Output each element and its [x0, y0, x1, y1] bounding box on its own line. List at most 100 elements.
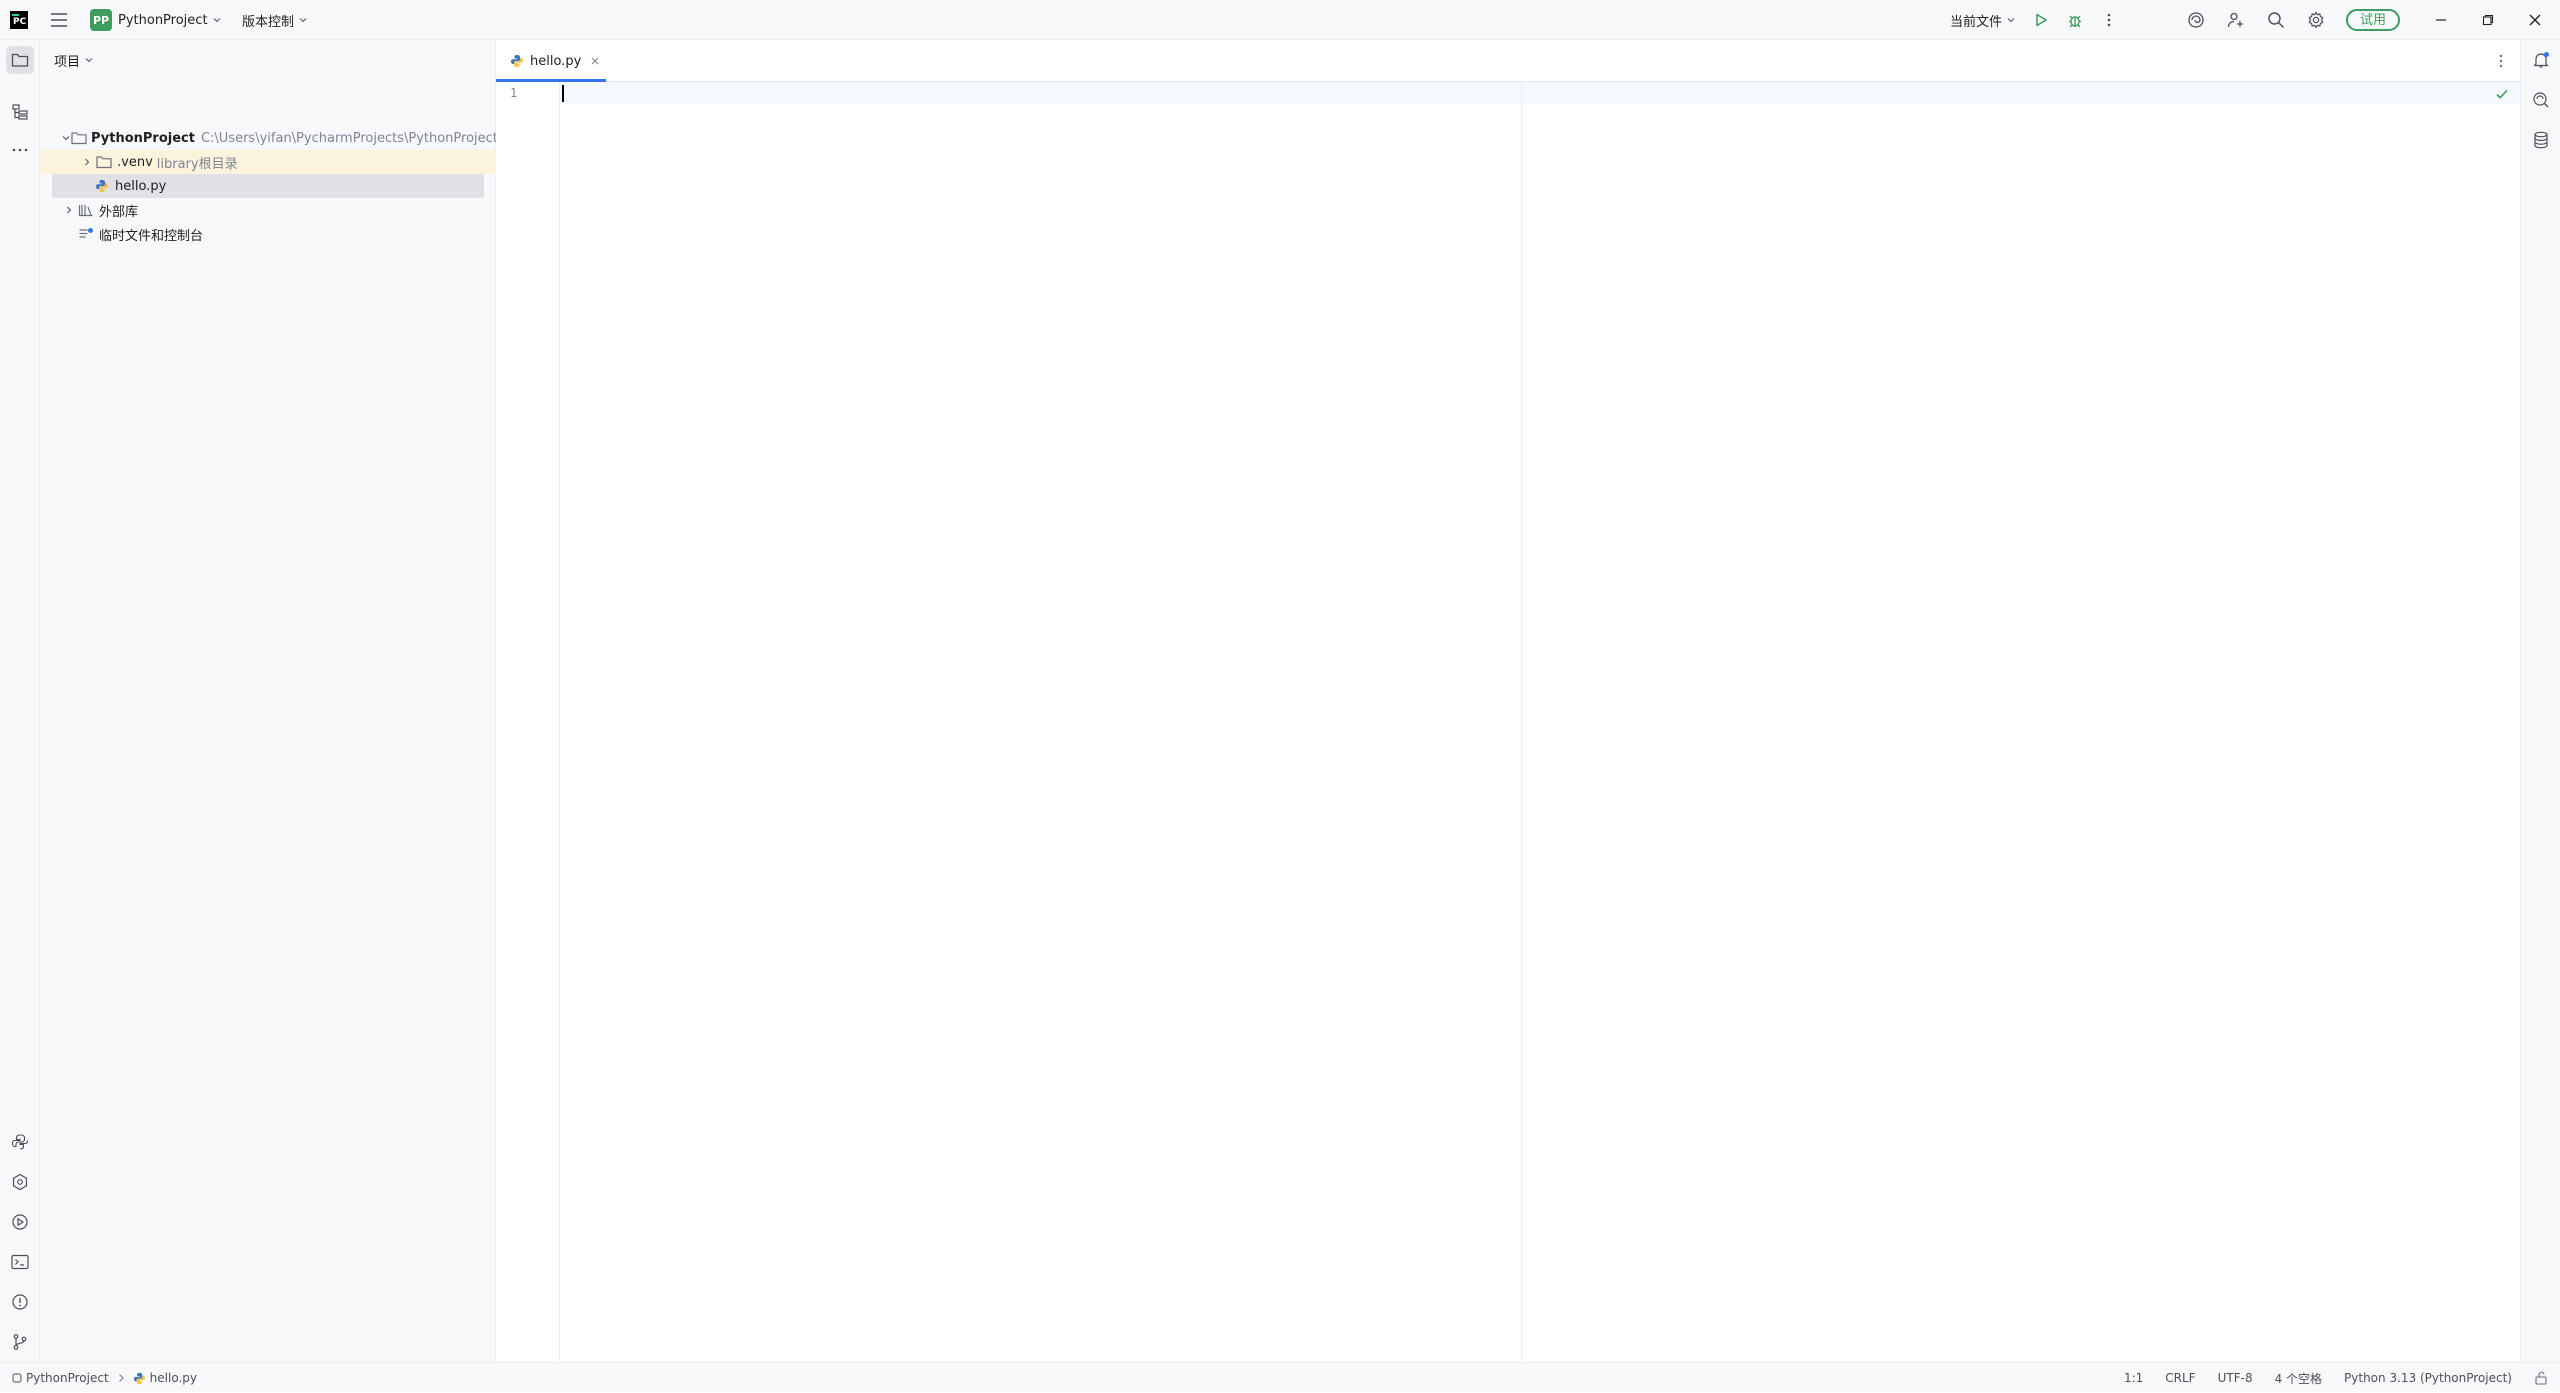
more-vertical-icon — [2499, 54, 2503, 68]
status-bar: PythonProject hello.py 1:1 CRLF UTF-8 4 … — [0, 1362, 2560, 1392]
folder-icon — [11, 53, 29, 67]
tree-item-label: PythonProject — [91, 130, 195, 146]
notifications-tool-button[interactable] — [2527, 46, 2555, 74]
trial-button[interactable]: 试用 — [2346, 0, 2401, 40]
ai-chat-tool-button[interactable] — [2527, 86, 2555, 114]
panel-title: 项目 — [54, 54, 81, 70]
vcs-label: 版本控制 — [242, 14, 295, 30]
chevron-down-icon[interactable] — [61, 133, 71, 143]
indent-setting[interactable]: 4 个空格 — [2275, 1370, 2322, 1387]
chevron-down-icon — [298, 15, 308, 25]
project-tool-window: 项目 PythonProject C:\Users\yifan\PycharmP… — [40, 40, 498, 1362]
python-interpreter[interactable]: Python 3.13 (PythonProject) — [2344, 1371, 2512, 1385]
ai-assistant-button[interactable] — [2182, 0, 2210, 40]
settings-button[interactable] — [2302, 0, 2330, 40]
database-tool-button[interactable] — [2527, 126, 2555, 154]
debug-bug-icon — [2069, 15, 2081, 28]
ai-chat-icon — [2533, 92, 2549, 108]
problems-tool-button[interactable] — [6, 1288, 34, 1316]
tab-label: hello.py — [530, 53, 582, 69]
editor-area: hello.py 1 — [496, 40, 2520, 1362]
database-icon — [2534, 131, 2548, 149]
ai-spiral-icon — [2188, 12, 2204, 28]
breadcrumb: PythonProject hello.py — [12, 1363, 197, 1393]
project-tool-button[interactable] — [6, 46, 34, 74]
right-tool-strip — [2520, 40, 2560, 1362]
project-path: C:\Users\yifan\PycharmProjects\PythonPro… — [200, 130, 498, 146]
tree-item-hint: library根目录 — [156, 156, 238, 172]
minimize-button[interactable] — [2427, 0, 2455, 40]
left-tool-strip — [0, 40, 40, 1362]
caret-position[interactable]: 1:1 — [2124, 1371, 2143, 1385]
git-tool-button[interactable] — [6, 1328, 34, 1356]
close-icon — [2529, 14, 2541, 26]
services-tool-button[interactable] — [6, 1168, 34, 1196]
tree-item-project-root[interactable]: PythonProject C:\Users\yifan\PycharmProj… — [52, 126, 498, 150]
chevron-right-icon[interactable] — [79, 157, 95, 167]
scratches-icon — [77, 227, 95, 241]
close-tab-icon[interactable] — [591, 57, 599, 65]
pycharm-logo-icon: PC — [10, 0, 30, 40]
more-actions-button[interactable] — [2095, 0, 2123, 40]
project-badge: PP — [90, 9, 112, 31]
breadcrumb-project[interactable]: PythonProject — [26, 1371, 109, 1385]
tab-actions-menu[interactable] — [2490, 50, 2512, 72]
chevron-down-icon — [212, 15, 222, 25]
tree-item-label: 临时文件和控制台 — [99, 228, 204, 244]
gear-icon — [2308, 11, 2324, 29]
line-number-gutter[interactable] — [496, 82, 560, 1362]
unlock-icon[interactable] — [2534, 1371, 2548, 1385]
tree-item-hello-py[interactable]: hello.py — [52, 174, 484, 198]
library-icon — [77, 203, 95, 217]
tree-item-external-libraries[interactable]: 外部库 — [52, 198, 484, 222]
file-encoding[interactable]: UTF-8 — [2218, 1371, 2253, 1385]
run-icon — [2036, 13, 2047, 27]
tree-item-label: .venv — [117, 154, 153, 170]
editor-tab-bar: hello.py — [496, 40, 2520, 82]
project-view-selector[interactable]: 项目 — [54, 50, 94, 70]
close-window-button[interactable] — [2521, 0, 2549, 40]
tree-item-label: 外部库 — [99, 204, 139, 220]
chevron-down-icon — [2006, 15, 2016, 25]
breadcrumb-file[interactable]: hello.py — [150, 1371, 197, 1385]
chevron-right-icon — [117, 1373, 125, 1383]
tree-item-venv[interactable]: .venv library根目录 — [40, 150, 496, 174]
more-horizontal-icon — [12, 148, 28, 152]
code-text-area[interactable] — [560, 82, 2520, 1362]
warning-circle-icon — [12, 1294, 28, 1310]
python-file-icon — [133, 1372, 146, 1385]
tree-item-scratches[interactable]: 临时文件和控制台 — [52, 222, 484, 246]
python-console-icon — [11, 1134, 29, 1150]
tree-item-label: hello.py — [115, 178, 167, 194]
run-config-selector[interactable]: 当前文件 — [1950, 0, 2016, 40]
search-everywhere-button[interactable] — [2262, 0, 2290, 40]
add-user-icon — [2227, 12, 2243, 28]
line-separator[interactable]: CRLF — [2165, 1371, 2195, 1385]
status-widgets: 1:1 CRLF UTF-8 4 个空格 Python 3.13 (Python… — [2102, 1363, 2548, 1393]
run-tool-button[interactable] — [6, 1208, 34, 1236]
restore-button[interactable] — [2474, 0, 2502, 40]
search-icon — [2268, 12, 2285, 29]
run-config-label: 当前文件 — [1950, 14, 2003, 30]
title-bar: PC PP PythonProject 版本控制 当前文件 试用 — [0, 0, 2560, 40]
main-menu-icon[interactable] — [48, 0, 70, 40]
more-vertical-icon — [2107, 13, 2111, 27]
run-button[interactable] — [2027, 0, 2055, 40]
run-circle-icon — [12, 1214, 28, 1230]
python-file-icon — [510, 54, 524, 68]
minimize-icon — [2436, 19, 2446, 21]
restore-icon — [2482, 14, 2494, 26]
trial-label: 试用 — [2346, 9, 2401, 31]
project-switcher[interactable]: PP PythonProject — [90, 0, 222, 40]
structure-tool-button[interactable] — [6, 98, 34, 126]
debug-button[interactable] — [2061, 0, 2089, 40]
code-with-me-button[interactable] — [2222, 0, 2250, 40]
tab-hello-py[interactable]: hello.py — [496, 40, 606, 82]
vcs-menu[interactable]: 版本控制 — [242, 0, 308, 40]
more-tools-button[interactable] — [6, 136, 34, 164]
chevron-right-icon[interactable] — [61, 205, 77, 215]
line-number: 1 — [510, 86, 518, 100]
python-packages-tool-button[interactable] — [6, 1128, 34, 1156]
terminal-tool-button[interactable] — [6, 1248, 34, 1276]
python-file-icon — [93, 179, 111, 193]
